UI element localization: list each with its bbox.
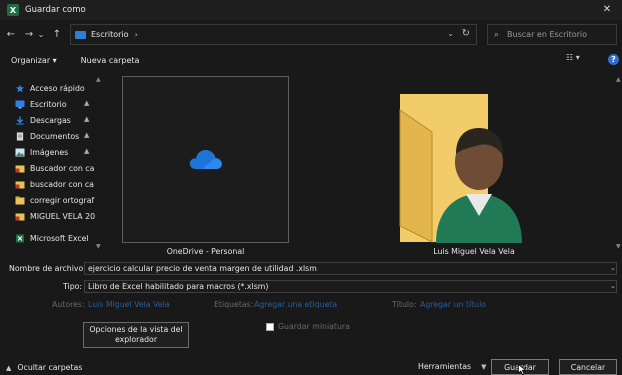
organize-button[interactable]: Organizar ▾ [11, 56, 57, 65]
chevron-down-icon: ▼ [481, 363, 487, 371]
file-view: OneDrive - Personal Luis Miguel Vela Vel… [104, 76, 612, 256]
filename-label: Nombre de archivo: [9, 264, 86, 273]
authors-field[interactable]: Luis Miguel Vela Vela [88, 300, 170, 309]
sidebar-item-folder-3[interactable]: corregir ortograf [15, 193, 94, 207]
chevron-up-icon: ▲ [6, 363, 12, 372]
sidebar-scroll-up-icon[interactable]: ▲ [96, 76, 101, 83]
search-icon: ⌕ [494, 29, 500, 40]
sidebar-item-label: Documentos [30, 131, 80, 141]
cancel-button[interactable]: Cancelar [559, 359, 617, 375]
search-placeholder: Buscar en Escritorio [507, 30, 588, 39]
mouse-cursor-icon [518, 364, 527, 375]
folder-excel-icon [15, 165, 25, 172]
user-folder-label: Luis Miguel Vela Vela [433, 247, 515, 256]
search-input[interactable]: ⌕ Buscar en Escritorio [487, 24, 617, 45]
sidebar-item-label: Buscador con ca [30, 163, 95, 173]
forward-button[interactable]: → [22, 28, 36, 42]
sidebar-item-microsoft-excel[interactable]: Microsoft Excel [15, 231, 89, 245]
up-button[interactable]: ↑ [50, 28, 64, 42]
onedrive-label: OneDrive - Personal [166, 247, 245, 256]
sidebar-item-label: Acceso rápido [30, 83, 85, 93]
tags-label: Etiquetas: [214, 300, 254, 309]
pictures-icon [15, 148, 25, 156]
sidebar-item-label: Escritorio [30, 99, 67, 109]
filename-field[interactable]: ejercicio calcular precio de venta marge… [84, 262, 617, 275]
navigation-pane: Acceso rápido Escritorio Descargas Docum… [0, 76, 103, 254]
hide-folders-button[interactable]: ▲ Ocultar carpetas [6, 363, 82, 372]
file-type-dropdown-icon[interactable]: ⌄ [610, 282, 616, 290]
sidebar-item-label: Imágenes [30, 147, 69, 157]
view-options-button[interactable]: ☷ ▾ [566, 53, 584, 66]
sidebar-item-quick-access[interactable]: Acceso rápido [15, 81, 85, 95]
save-thumbnail-checkbox[interactable] [266, 323, 274, 331]
sidebar-item-desktop[interactable]: Escritorio [15, 97, 67, 111]
sidebar-item-label: Microsoft Excel [30, 233, 89, 243]
sidebar-item-label: buscador con ca [30, 179, 94, 189]
onedrive-tile[interactable] [122, 76, 289, 243]
tools-label: Herramientas [418, 362, 472, 371]
desktop-folder-icon [75, 30, 86, 39]
new-folder-button[interactable]: Nueva carpeta [81, 56, 140, 65]
recent-locations-button[interactable]: ⌄ [36, 28, 46, 42]
user-folder-icon [399, 94, 522, 243]
star-icon [15, 83, 25, 92]
pin-icon: ▲ [84, 147, 90, 155]
onedrive-cloud-icon [189, 150, 222, 169]
sidebar-item-label: MIGUEL VELA 20 [30, 211, 96, 221]
desktop-icon [15, 100, 25, 108]
sidebar-item-label: corregir ortograf [30, 195, 95, 205]
file-type-select[interactable]: Libro de Excel habilitado para macros (*… [84, 280, 617, 293]
user-folder-tile[interactable] [384, 76, 554, 243]
breadcrumb-desktop[interactable]: Escritorio [91, 30, 129, 39]
sidebar-item-folder-4[interactable]: MIGUEL VELA 20 [15, 209, 95, 223]
sidebar-item-downloads[interactable]: Descargas [15, 113, 71, 127]
tools-button[interactable]: Herramientas ▼ [418, 362, 487, 371]
excel-app-icon: X [7, 4, 19, 16]
sidebar-item-label: Descargas [30, 115, 71, 125]
content-scroll-up-icon[interactable]: ▲ [616, 76, 621, 83]
excel-icon [15, 233, 25, 243]
title-bar: X Guardar como ✕ [0, 0, 622, 20]
pin-icon: ▲ [84, 131, 90, 139]
pin-icon: ▲ [84, 115, 90, 123]
sidebar-item-folder-1[interactable]: Buscador con ca [15, 161, 94, 175]
folder-excel-icon [15, 213, 25, 220]
title-field[interactable]: Agregar un título [420, 300, 486, 309]
sidebar-item-pictures[interactable]: Imágenes [15, 145, 68, 159]
address-bar[interactable]: Escritorio › ⌄ ↻ [70, 24, 477, 45]
pin-icon: ▲ [84, 99, 90, 107]
hide-folders-label: Ocultar carpetas [17, 363, 83, 372]
help-button[interactable]: ? [608, 54, 619, 65]
content-scroll-down-icon[interactable]: ▼ [616, 243, 621, 250]
tags-field[interactable]: Agregar una etiqueta [254, 300, 337, 309]
explorer-view-options-button[interactable]: Opciones de la vista del explorador [83, 322, 189, 348]
filename-dropdown-icon[interactable]: ⌄ [610, 264, 616, 272]
refresh-button[interactable]: ↻ [462, 28, 470, 39]
window-title: Guardar como [25, 5, 86, 15]
breadcrumb-separator[interactable]: › [135, 30, 138, 39]
address-dropdown-button[interactable]: ⌄ [447, 29, 454, 38]
authors-label: Autores: [52, 300, 85, 309]
type-label: Tipo: [63, 282, 83, 291]
folder-icon [15, 196, 25, 204]
documents-icon [16, 131, 24, 141]
sidebar-scroll-down-icon[interactable]: ▼ [96, 243, 101, 250]
title-label: Título: [392, 300, 417, 309]
back-button[interactable]: ← [4, 28, 18, 42]
command-bar: Organizar ▾ Nueva carpeta ☷ ▾ ? [0, 52, 622, 68]
navigation-bar: ← → ⌄ ↑ Escritorio › ⌄ ↻ ⌕ Buscar en Esc… [0, 24, 622, 46]
sidebar-item-folder-2[interactable]: buscador con ca [15, 177, 94, 191]
save-thumbnail-label: Guardar miniatura [278, 322, 350, 331]
folder-excel-icon [15, 181, 25, 188]
download-icon [16, 115, 24, 125]
close-button[interactable]: ✕ [600, 3, 614, 17]
sidebar-item-documents[interactable]: Documentos [15, 129, 79, 143]
